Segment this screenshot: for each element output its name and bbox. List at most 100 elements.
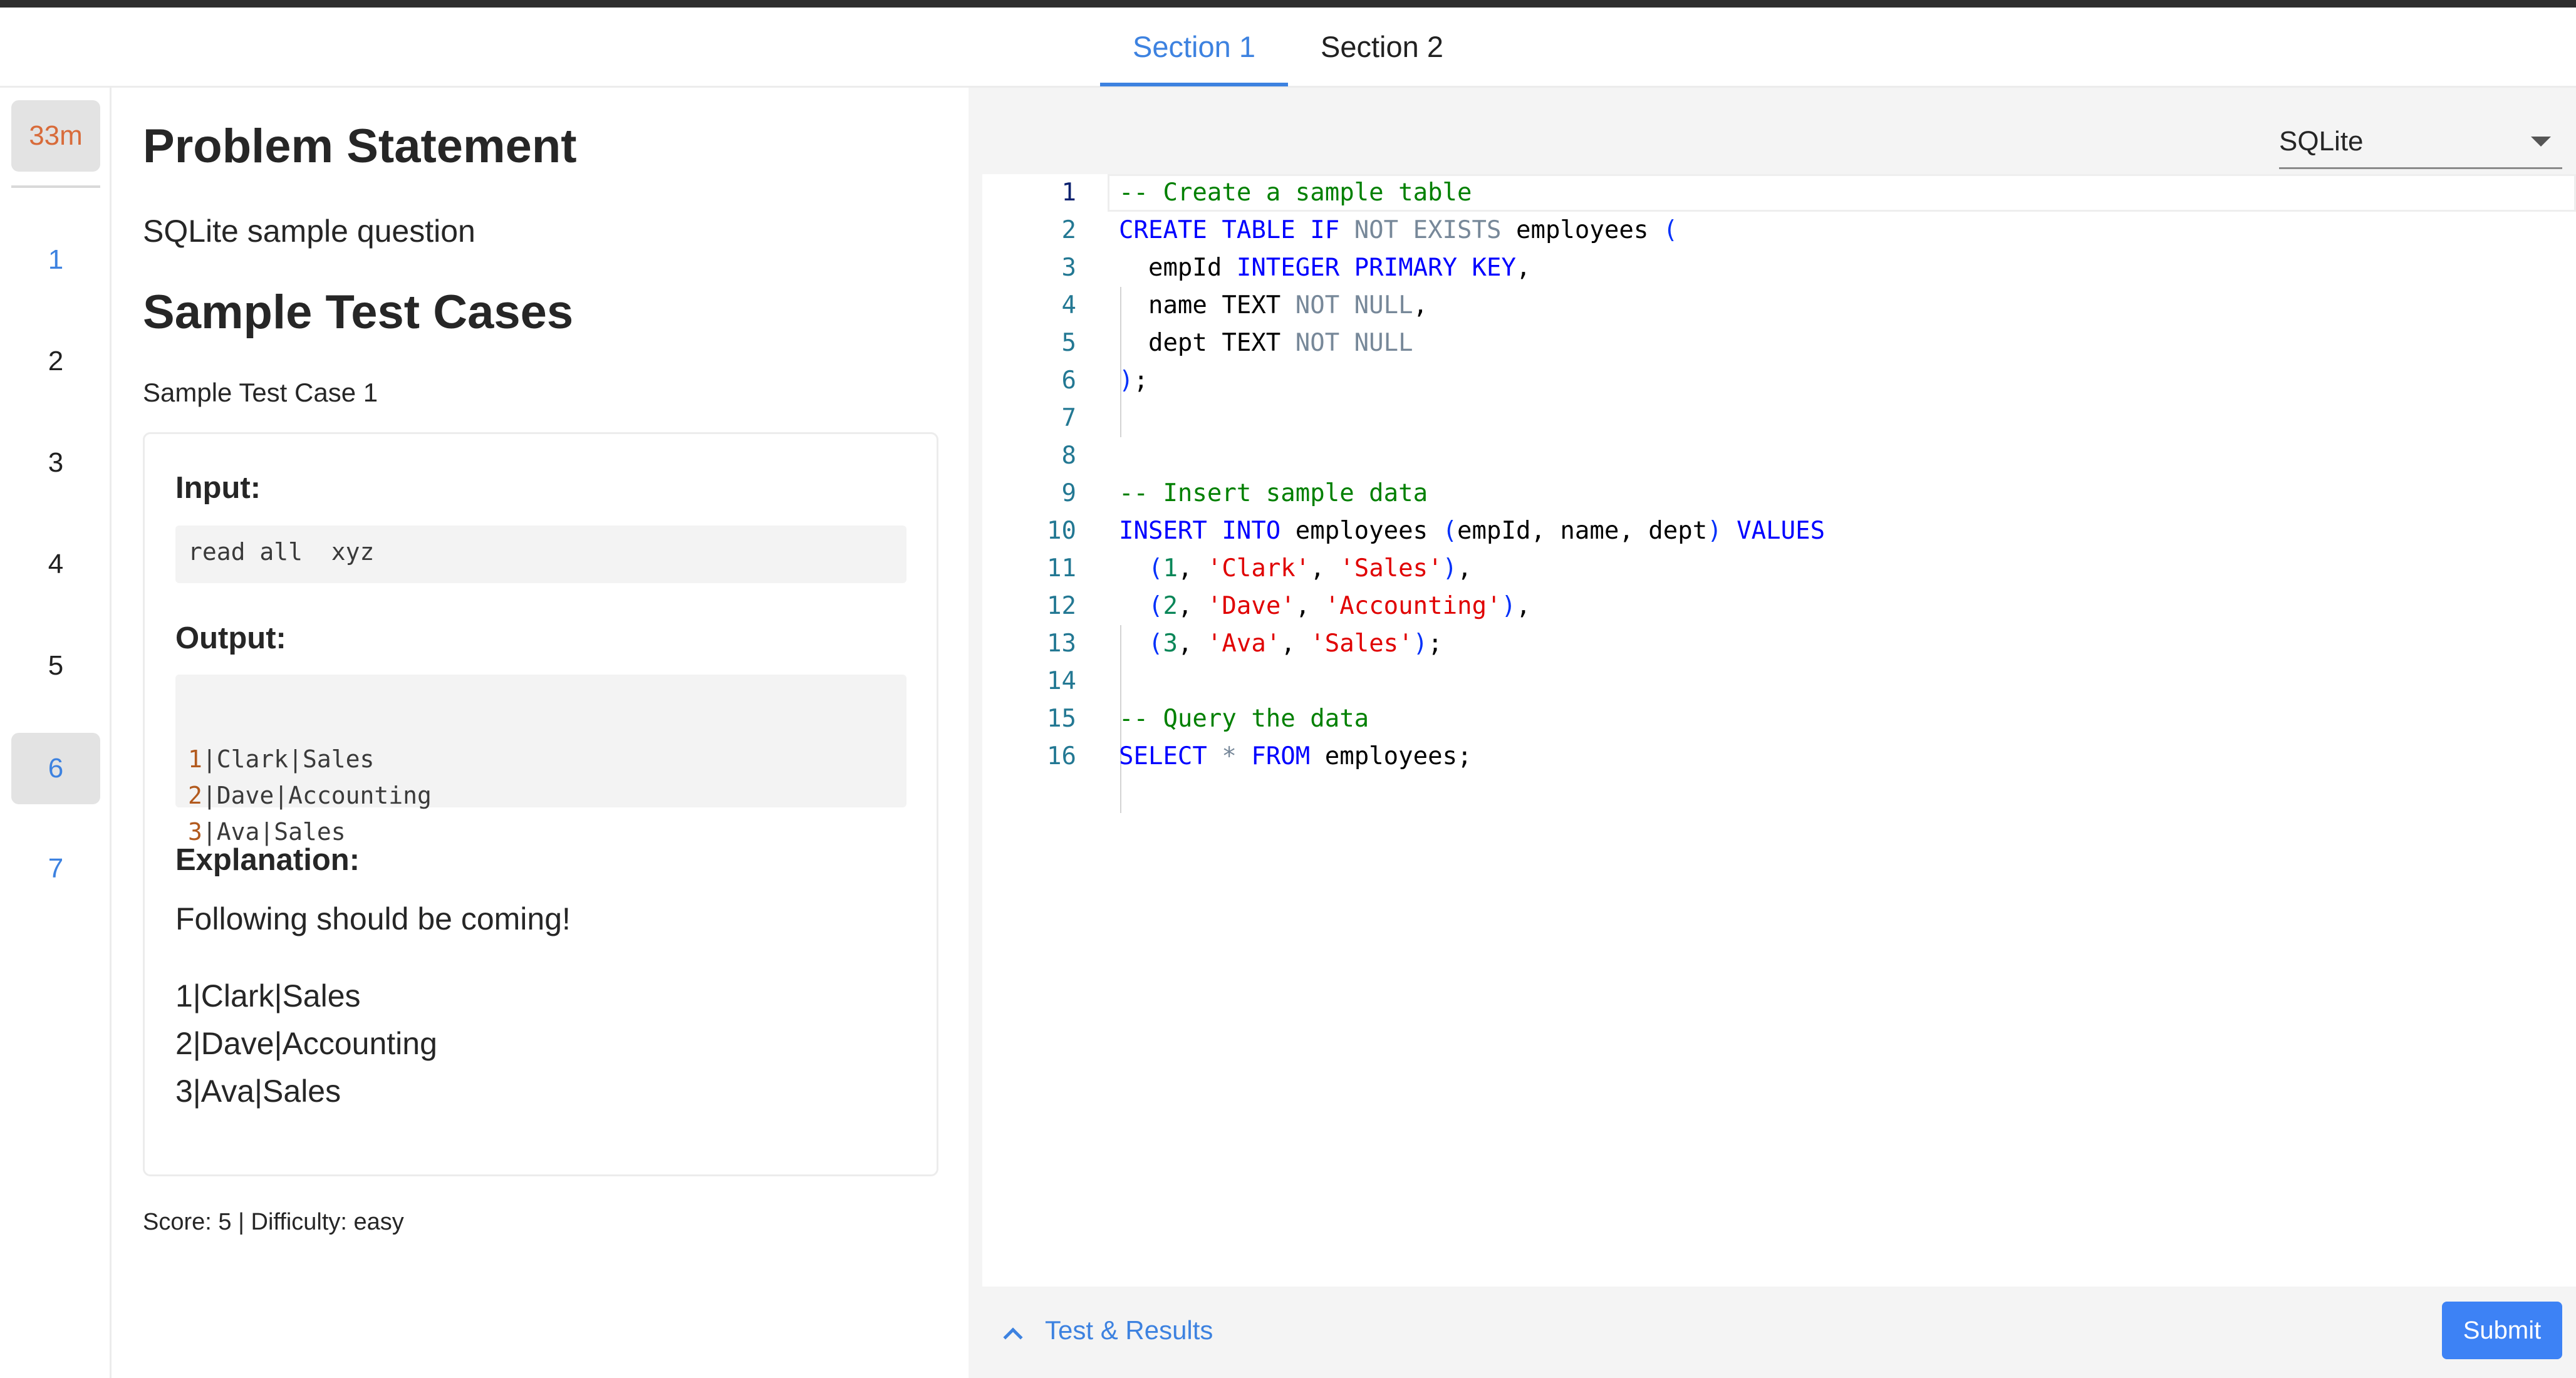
code-token: INSERT INTO xyxy=(1119,517,1281,545)
explanation-label: Explanation: xyxy=(175,843,360,877)
output-label: Output: xyxy=(175,621,286,655)
test-results-toggle[interactable]: Test & Results xyxy=(1003,1315,1213,1347)
line-number: 12 xyxy=(1047,592,1076,620)
score-difficulty: Score: 5 | Difficulty: easy xyxy=(143,1209,404,1235)
code-line: -- Create a sample table xyxy=(1119,174,1472,212)
code-line: (2, 'Dave', 'Accounting'), xyxy=(1119,588,1531,625)
code-line: (3, 'Ava', 'Sales'); xyxy=(1119,625,1443,663)
code-token: ( xyxy=(1148,592,1163,620)
code-line: dept TEXT NOT NULL xyxy=(1119,324,1413,362)
code-token: 'Clark' xyxy=(1207,554,1311,583)
input-label: Input: xyxy=(175,471,261,505)
code-token: ( xyxy=(1663,216,1678,244)
question-nav-rail: 33m 1 2 3 4 5 6 7 xyxy=(0,88,112,1378)
code-token: name TEXT xyxy=(1119,291,1296,319)
code-token: SELECT xyxy=(1119,742,1207,770)
line-number: 2 xyxy=(1061,216,1076,244)
code-token: CREATE TABLE IF xyxy=(1119,216,1354,244)
line-number: 1 xyxy=(1061,179,1076,207)
question-nav-2[interactable]: 2 xyxy=(11,326,100,397)
code-token: VALUES xyxy=(1722,517,1826,545)
code-line: ); xyxy=(1119,362,1148,400)
line-number: 7 xyxy=(1061,404,1076,432)
code-token: ( xyxy=(1148,554,1163,583)
dropdown-caret-icon xyxy=(2531,137,2551,147)
tab-section-2[interactable]: Section 2 xyxy=(1288,8,1476,86)
line-number: 9 xyxy=(1061,479,1076,507)
language-select[interactable]: SQLite xyxy=(2279,114,2562,169)
input-value: read all xyz xyxy=(188,538,375,566)
problem-panel: Problem Statement SQLite sample question… xyxy=(113,88,969,1378)
code-token: empId xyxy=(1119,254,1237,282)
code-token: 'Sales' xyxy=(1310,629,1413,658)
question-nav-1[interactable]: 1 xyxy=(11,224,100,296)
code-token: ( xyxy=(1148,629,1163,658)
code-token: 'Dave' xyxy=(1207,592,1296,620)
code-token: employees xyxy=(1280,517,1443,545)
question-nav-7[interactable]: 7 xyxy=(11,833,100,904)
line-number: 8 xyxy=(1061,442,1076,470)
question-nav-4[interactable]: 4 xyxy=(11,529,100,600)
code-token: 2 xyxy=(1163,592,1178,620)
code-token: NOT NULL xyxy=(1295,329,1413,357)
chevron-up-icon xyxy=(1003,1327,1023,1347)
code-token: 'Sales' xyxy=(1339,554,1443,583)
code-token: 'Accounting' xyxy=(1324,592,1502,620)
explanation-line: 2|Dave|Accounting xyxy=(175,1026,437,1061)
code-line: -- Insert sample data xyxy=(1119,475,1428,512)
code-token: -- Create a sample table xyxy=(1119,179,1472,207)
code-token: ; xyxy=(1133,366,1148,395)
question-nav-6[interactable]: 6 xyxy=(11,733,100,804)
rail-divider xyxy=(11,185,100,188)
code-token: , xyxy=(1413,291,1428,319)
code-line: CREATE TABLE IF NOT EXISTS employees ( xyxy=(1119,212,1678,249)
code-token: 'Ava' xyxy=(1207,629,1281,658)
code-token: , xyxy=(1516,592,1531,620)
output-line: 2|Dave|Accounting xyxy=(188,782,432,809)
code-token: , xyxy=(1177,629,1207,658)
timer-badge: 33m xyxy=(11,100,100,172)
code-token: , xyxy=(1515,254,1531,282)
code-token: , xyxy=(1295,592,1325,620)
code-token: ) xyxy=(1119,366,1134,395)
tab-section-1[interactable]: Section 1 xyxy=(1100,8,1288,86)
line-number: 11 xyxy=(1047,554,1076,583)
explanation-line: 3|Ava|Sales xyxy=(175,1074,341,1109)
line-number: 14 xyxy=(1047,667,1076,695)
code-editor[interactable]: 1 2 3 4 5 6 7 8 9 10 11 12 13 14 15 16 -- Create a sampl… xyxy=(982,174,2576,1287)
code-token: , xyxy=(1310,554,1340,583)
explanation-line: 1|Clark|Sales xyxy=(175,978,361,1013)
test-results-label: Test & Results xyxy=(1045,1315,1213,1345)
line-number: 16 xyxy=(1047,742,1076,770)
section-tabs: Section 1 Section 2 xyxy=(0,8,2576,88)
code-token: -- Insert sample data xyxy=(1119,479,1428,507)
code-token: , xyxy=(1457,554,1472,583)
code-line: SELECT * FROM employees; xyxy=(1119,738,1472,775)
code-token: NOT NULL xyxy=(1295,291,1413,319)
code-token: ) xyxy=(1501,592,1517,620)
line-number: 4 xyxy=(1061,291,1076,319)
question-nav-5[interactable]: 5 xyxy=(11,630,100,702)
line-number: 3 xyxy=(1061,254,1076,282)
output-line: 1|Clark|Sales xyxy=(188,745,375,773)
line-number: 15 xyxy=(1047,705,1076,733)
code-token: , xyxy=(1280,629,1311,658)
code-line: name TEXT NOT NULL, xyxy=(1119,287,1428,324)
code-token: FROM xyxy=(1251,742,1311,770)
sample-case-title: Sample Test Case 1 xyxy=(143,378,378,407)
code-token: ) xyxy=(1442,554,1458,583)
question-nav-3[interactable]: 3 xyxy=(11,427,100,499)
code-token: employees; xyxy=(1310,742,1472,770)
code-token: dept TEXT xyxy=(1119,329,1296,357)
problem-description: SQLite sample question xyxy=(143,214,475,249)
window-top-bar xyxy=(0,0,2576,8)
input-box: read all xyz xyxy=(175,526,906,583)
code-line: (1, 'Clark', 'Sales'), xyxy=(1119,550,1472,588)
submit-button[interactable]: Submit xyxy=(2442,1302,2562,1359)
code-token: , xyxy=(1177,592,1207,620)
code-token: NOT EXISTS xyxy=(1354,216,1502,244)
code-token: -- Query the data xyxy=(1119,705,1369,733)
output-box: 1|Clark|Sales 2|Dave|Accounting 3|Ava|Sale… xyxy=(175,675,906,846)
